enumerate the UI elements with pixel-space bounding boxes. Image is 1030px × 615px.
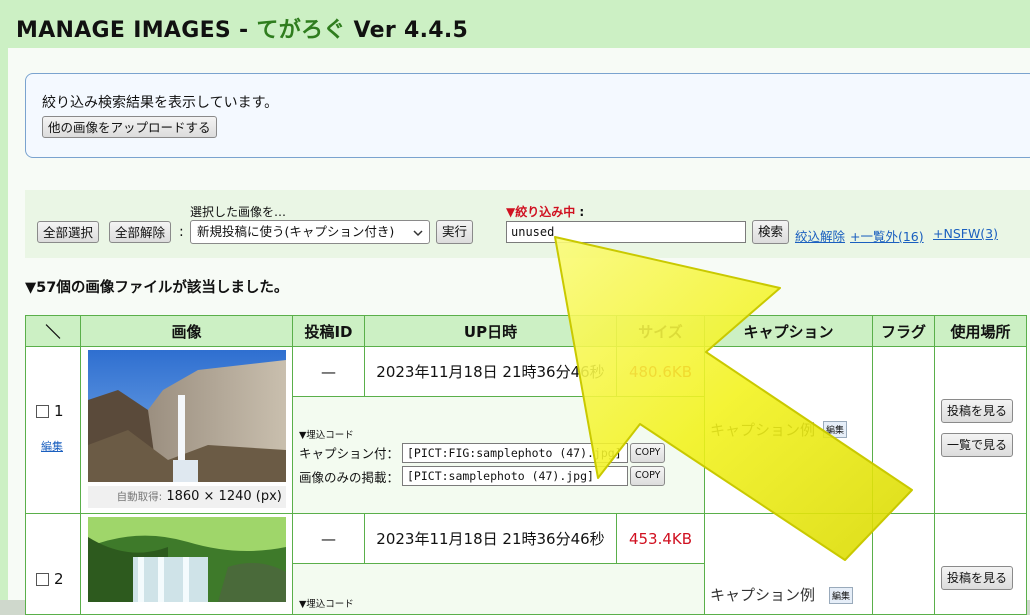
title-app-name: てがろぐ xyxy=(256,18,346,43)
flag-cell xyxy=(872,513,935,615)
header-image: 画像 xyxy=(80,315,293,347)
filter-notice-box: 絞り込み検索結果を表示しています。 他の画像をアップロードする xyxy=(25,73,1030,158)
embed-code-cell: ▼埋込コード xyxy=(292,563,705,615)
caption-text: キャプション例 xyxy=(710,421,816,439)
embed-image-only-label: 画像のみの掲載： xyxy=(299,470,400,485)
caption-cell: キャプション例 編集 xyxy=(704,513,873,615)
filter-label: ▼絞り込み中 xyxy=(506,205,576,219)
usage-cell: 投稿を見る 一覧で見る xyxy=(934,346,1027,514)
header-size: サイズ xyxy=(616,315,705,347)
auto-detect-label: 自動取得: xyxy=(116,491,163,503)
filter-notice-text: 絞り込み検索結果を表示しています。 xyxy=(42,95,279,111)
chevron-down-icon xyxy=(413,230,423,237)
excluded-images-link[interactable]: +一覧外(16) xyxy=(850,226,924,245)
header-upload-date: UP日時 xyxy=(364,315,617,347)
post-id-cell: — xyxy=(292,513,365,564)
row-number: 1 xyxy=(54,402,64,420)
checkbox-icon[interactable] xyxy=(36,573,49,586)
row-select-cell: 2 xyxy=(25,513,81,615)
edit-link[interactable]: 編集 xyxy=(41,438,63,454)
header-select: ＼ xyxy=(25,315,81,347)
thumbnail-image[interactable] xyxy=(88,517,286,602)
embed-code-title: ▼埋込コード xyxy=(299,599,354,610)
flag-cell xyxy=(872,346,935,514)
embed-code-title: ▼埋込コード xyxy=(299,430,354,441)
filter-colon: : xyxy=(579,205,585,219)
bulk-action-select[interactable]: 新規投稿に使う(キャプション付き) xyxy=(190,220,430,244)
bulk-toolbar: 全部選択 全部解除 : 選択した画像を… 新規投稿に使う(キャプション付き) 実… xyxy=(25,190,1030,258)
view-in-list-button[interactable]: 一覧で見る xyxy=(941,433,1014,457)
copy-image-code-button[interactable]: COPY xyxy=(630,466,666,486)
embed-code-cell: ▼埋込コード キャプション付： [PICT:FIG:samplephoto (4… xyxy=(292,396,705,514)
size-cell: 480.6KB xyxy=(616,346,705,397)
title-main: MANAGE IMAGES - xyxy=(16,18,257,43)
usage-cell: 投稿を見る xyxy=(934,513,1027,615)
header-flag: フラグ xyxy=(872,315,935,347)
result-count: ▼57個の画像ファイルが該当しました。 xyxy=(25,280,289,296)
view-post-button[interactable]: 投稿を見る xyxy=(941,566,1014,590)
caption-edit-button[interactable]: 編集 xyxy=(823,421,848,438)
upload-date-cell: 2023年11月18日 21時36分46秒 xyxy=(364,346,617,397)
image-cell: 自動取得: 1860 × 1240 (px) xyxy=(80,346,293,514)
caption-edit-button[interactable]: 編集 xyxy=(829,587,854,604)
table-header-row: ＼ 画像 投稿ID UP日時 サイズ キャプション フラグ 使用場所 xyxy=(25,315,1027,347)
filter-label-wrap: ▼絞り込み中 : xyxy=(506,203,584,220)
bulk-action-value: 新規投稿に使う(キャプション付き) xyxy=(197,224,395,239)
checkbox-icon[interactable] xyxy=(36,405,49,418)
embed-with-caption-field[interactable]: [PICT:FIG:samplephoto (47).jpg] xyxy=(402,443,628,463)
image-cell xyxy=(80,513,293,615)
title-version: Ver 4.4.5 xyxy=(345,18,469,43)
view-post-button[interactable]: 投稿を見る xyxy=(941,399,1014,423)
search-button[interactable]: 検索 xyxy=(752,220,790,244)
search-input[interactable]: unused xyxy=(506,221,746,243)
post-id-cell: — xyxy=(292,346,365,397)
nsfw-images-link[interactable]: +NSFW(3) xyxy=(933,226,998,241)
select-all-button[interactable]: 全部選択 xyxy=(37,221,100,243)
image-dimensions: 1860 × 1240 (px) xyxy=(166,489,282,504)
image-table: ＼ 画像 投稿ID UP日時 サイズ キャプション フラグ 使用場所 1 編集 xyxy=(25,315,1027,615)
caption-text: キャプション例 xyxy=(710,586,816,604)
selected-images-caption: 選択した画像を… xyxy=(190,205,287,219)
row-number: 2 xyxy=(54,570,64,588)
toolbar-colon: : xyxy=(179,224,184,240)
embed-with-caption-label: キャプション付： xyxy=(299,446,400,461)
clear-filter-link[interactable]: 絞込解除 xyxy=(795,226,845,245)
table-row: 1 編集 自動取得: 1860 × 1240 (px) — 2023年11月18… xyxy=(25,346,1027,514)
embed-image-only-field[interactable]: [PICT:samplephoto (47).jpg] xyxy=(402,466,628,486)
deselect-all-button[interactable]: 全部解除 xyxy=(109,221,172,243)
header-usage: 使用場所 xyxy=(934,315,1027,347)
upload-other-images-button[interactable]: 他の画像をアップロードする xyxy=(42,116,217,138)
copy-caption-code-button[interactable]: COPY xyxy=(630,443,666,463)
header-caption: キャプション xyxy=(704,315,873,347)
window-frame: MANAGE IMAGES - てがろぐ Ver 4.4.5 絞り込み検索結果を… xyxy=(0,0,1030,615)
header-post-id: 投稿ID xyxy=(292,315,365,347)
caption-cell: キャプション例 編集 xyxy=(704,346,873,514)
size-cell: 453.4KB xyxy=(616,513,705,564)
page-title: MANAGE IMAGES - てがろぐ Ver 4.4.5 xyxy=(16,12,468,44)
thumbnail-image[interactable] xyxy=(88,350,286,482)
upload-date-cell: 2023年11月18日 21時36分46秒 xyxy=(364,513,617,564)
row-select-cell: 1 編集 xyxy=(25,346,81,514)
image-dimensions-bar: 自動取得: 1860 × 1240 (px) xyxy=(88,486,286,508)
execute-button[interactable]: 実行 xyxy=(436,220,474,244)
table-row: 2 — 2023年11月18日 21時36分46秒 453.4KB キャプション… xyxy=(25,513,1027,615)
